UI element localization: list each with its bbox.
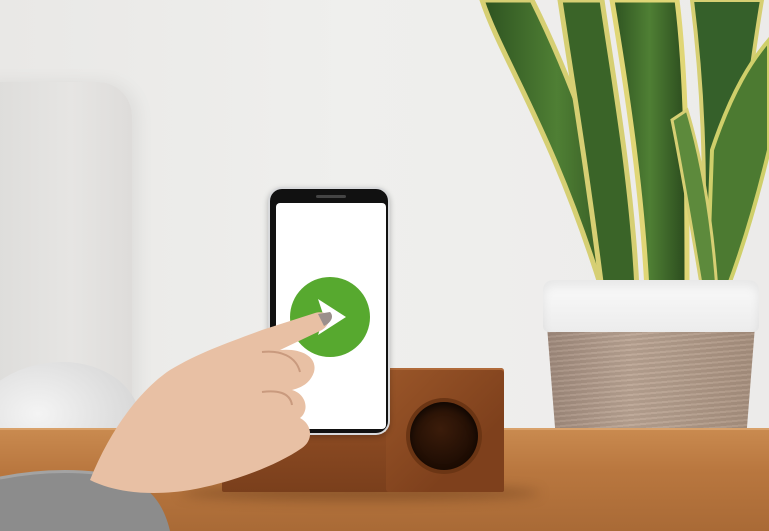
photo-scene bbox=[0, 0, 769, 531]
snake-plant-leaves bbox=[479, 0, 769, 293]
dock-speaker-hole bbox=[410, 402, 478, 470]
pot-white-rim bbox=[543, 280, 759, 332]
play-icon bbox=[318, 299, 346, 335]
phone-earpiece bbox=[316, 195, 346, 198]
play-button[interactable] bbox=[290, 277, 370, 357]
